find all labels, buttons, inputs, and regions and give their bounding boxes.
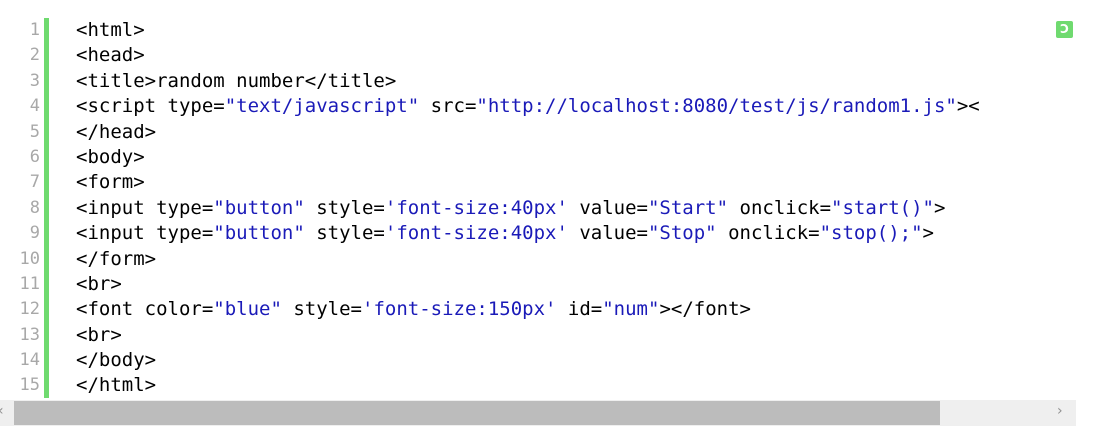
code-token: onclick=	[716, 222, 820, 245]
copy-glyph: Ↄ	[1060, 22, 1069, 36]
code-token: style=	[304, 196, 385, 219]
code-line: <font color="blue" style='font-size:150p…	[76, 297, 1073, 322]
string-token: 'font-size:40px'	[384, 222, 568, 245]
code-token: <html>	[76, 19, 145, 41]
line-number: 10	[19, 248, 40, 269]
code-line: <br>	[76, 323, 1073, 348]
code-line: <input type="button" style='font-size:40…	[76, 196, 1073, 221]
code-token: ><	[956, 95, 980, 118]
string-token: "button"	[213, 196, 305, 219]
code-token: <script type=	[76, 95, 225, 118]
code-line: </html>	[76, 373, 1073, 398]
code-line: <script type="text/javascript" src="http…	[76, 94, 1073, 119]
code-token: <head>	[76, 44, 145, 67]
chevron-right-icon[interactable]: ›	[1057, 403, 1063, 419]
code-token: <br>	[76, 272, 122, 295]
string-token: "start()"	[831, 196, 934, 219]
string-token: "stop();"	[819, 222, 923, 245]
string-token: "Stop"	[647, 222, 717, 245]
line-number: 3	[29, 70, 40, 91]
line-number: 8	[29, 197, 40, 218]
code-token: <body>	[76, 145, 145, 168]
code-token: value=	[567, 222, 648, 245]
code-token: <br>	[76, 323, 122, 346]
code-token: </html>	[76, 374, 157, 397]
copy-code-icon[interactable]: Ↄ	[1056, 21, 1073, 38]
code-token: <title>random number</title>	[76, 69, 397, 92]
code-line: <input type="button" style='font-size:40…	[76, 221, 1073, 246]
string-token: 'font-size:150px'	[362, 298, 557, 321]
string-token: "num"	[602, 298, 660, 321]
code-token: style=	[304, 222, 385, 245]
code-token: >	[922, 222, 934, 245]
line-number: 7	[29, 172, 40, 193]
code-token: </form>	[76, 247, 157, 270]
code-token: ></font>	[659, 298, 751, 321]
line-number-gutter: 1 2 3 4 5 6 7 8 9 10 11 12 13 14 15	[0, 18, 40, 399]
string-token: 'font-size:40px'	[384, 196, 568, 219]
code-token: value=	[567, 196, 648, 219]
code-token: <font color=	[76, 298, 214, 321]
horizontal-scrollbar[interactable]: ‹ ›	[0, 400, 1076, 426]
line-number: 4	[29, 96, 40, 117]
code-line: <html>	[76, 18, 1073, 43]
code-line: </body>	[76, 348, 1073, 373]
code-token: <form>	[76, 171, 145, 194]
line-number: 2	[29, 45, 40, 66]
chevron-left-icon[interactable]: ‹	[0, 403, 4, 419]
line-number: 9	[29, 223, 40, 244]
code-token: </body>	[76, 349, 157, 372]
code-line: </head>	[76, 120, 1073, 145]
line-number: 5	[29, 121, 40, 142]
code-line: <title>random number</title>	[76, 69, 1073, 94]
code-token: <input type=	[76, 196, 214, 219]
code-line: </form>	[76, 247, 1073, 272]
line-number: 11	[19, 273, 40, 294]
code-line: <body>	[76, 145, 1073, 170]
code-token: onclick=	[728, 196, 832, 219]
line-number: 6	[29, 146, 40, 167]
code-token: src=	[419, 95, 477, 118]
code-line: <form>	[76, 170, 1073, 195]
code-token: >	[933, 196, 946, 219]
string-token: "text/javascript"	[224, 95, 420, 118]
string-token: "button"	[213, 222, 305, 245]
code-viewer: 1 2 3 4 5 6 7 8 9 10 11 12 13 14 15 <html> <head> <title…	[0, 0, 1103, 429]
code-line: <br>	[76, 272, 1073, 297]
line-number: 14	[19, 350, 40, 371]
code-token: <input type=	[76, 222, 214, 245]
string-token: "Start"	[647, 196, 729, 219]
line-number: 12	[19, 299, 40, 320]
string-token: "blue"	[213, 298, 282, 321]
code-token: </head>	[76, 120, 157, 143]
line-number: 15	[19, 375, 40, 396]
code-block[interactable]: <html> <head> <title>random number</title>…	[76, 18, 1073, 399]
code-token: style=	[281, 298, 362, 321]
scrollbar-thumb[interactable]	[14, 401, 940, 425]
line-number: 1	[29, 20, 40, 40]
string-token: "http://localhost:8080/test/js/random1.j…	[476, 95, 957, 118]
gutter-accent-bar	[44, 18, 49, 398]
code-token: id=	[556, 298, 603, 321]
code-line: <head>	[76, 43, 1073, 68]
line-number: 13	[19, 324, 40, 345]
